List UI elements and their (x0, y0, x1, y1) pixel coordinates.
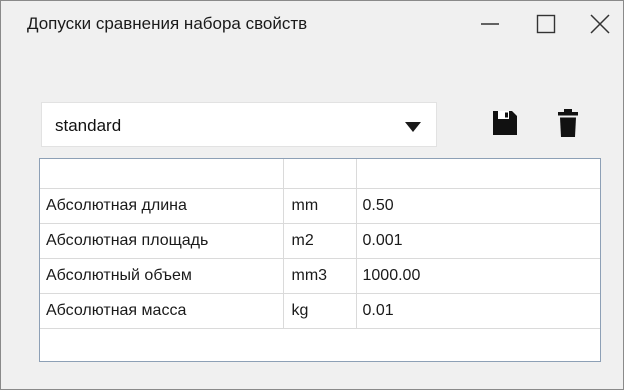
table-row[interactable]: Абсолютная масса kg 0.01 (40, 293, 600, 329)
minimize-icon (481, 23, 499, 25)
window-title: Допуски сравнения набора свойств (27, 14, 308, 33)
table-row[interactable]: Абсолютный объем mm3 1000.00 (40, 258, 600, 294)
minimize-button[interactable] (467, 1, 513, 47)
maximize-button[interactable] (523, 1, 569, 47)
maximize-icon (536, 14, 556, 34)
value-cell[interactable]: 0.50 (356, 188, 600, 224)
unit-cell[interactable]: mm (283, 188, 357, 224)
dialog-window: Допуски сравнения набора свойств standar… (0, 0, 624, 390)
preset-selected-value: standard (55, 116, 122, 135)
table-row[interactable]: Абсолютная длина mm 0.50 (40, 188, 600, 224)
value-cell[interactable]: 1000.00 (356, 258, 600, 294)
unit-cell[interactable]: mm3 (283, 258, 357, 294)
value-cell[interactable]: 0.001 (356, 223, 600, 259)
preset-dropdown[interactable]: standard (41, 102, 437, 147)
close-button[interactable] (577, 1, 623, 47)
table-row[interactable]: Абсолютная площадь m2 0.001 (40, 223, 600, 259)
save-icon[interactable] (492, 110, 518, 136)
trash-icon[interactable] (558, 109, 578, 137)
unit-cell[interactable]: kg (283, 293, 357, 329)
column-header-value[interactable] (356, 159, 600, 189)
column-header-unit[interactable] (283, 159, 357, 189)
unit-cell[interactable]: m2 (283, 223, 357, 259)
column-header-property[interactable] (40, 159, 284, 189)
close-icon (590, 14, 610, 34)
dropdown-arrow-icon (405, 122, 421, 132)
title-bar[interactable]: Допуски сравнения набора свойств (1, 1, 623, 47)
value-cell[interactable]: 0.01 (356, 293, 600, 329)
table-header-row (40, 159, 600, 189)
property-name-cell: Абсолютная масса (40, 293, 284, 329)
property-name-cell: Абсолютная длина (40, 188, 284, 224)
property-name-cell: Абсолютная площадь (40, 223, 284, 259)
property-name-cell: Абсолютный объем (40, 258, 284, 294)
tolerance-table: Абсолютная длина mm 0.50 Абсолютная площ… (39, 158, 601, 362)
